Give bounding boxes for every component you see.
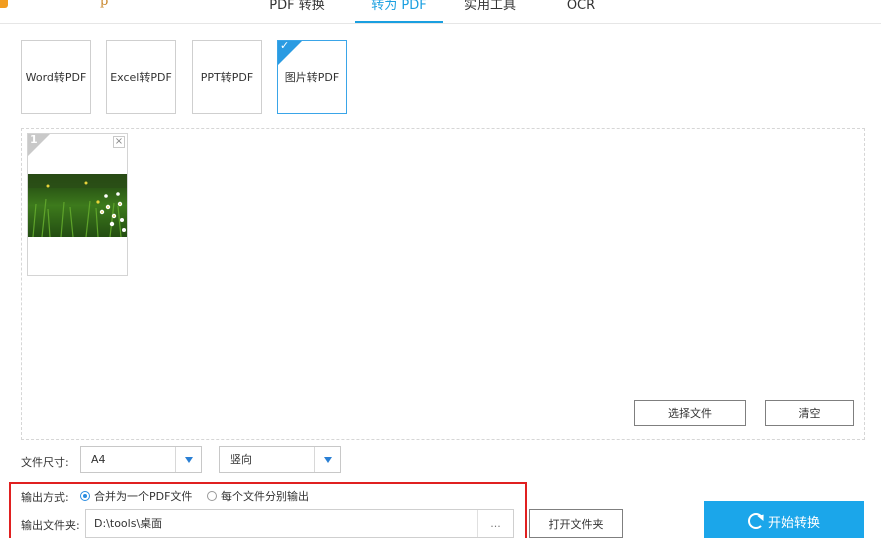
image-preview: [28, 174, 127, 237]
file-drop-area[interactable]: [21, 128, 865, 440]
radio-output-separately[interactable]: 每个文件分别输出: [207, 489, 309, 503]
open-folder-button[interactable]: 打开文件夹: [529, 509, 623, 538]
type-word-to-pdf[interactable]: Word转PDF: [21, 40, 91, 114]
page-size-select[interactable]: A4: [80, 446, 202, 473]
tab-ocr[interactable]: OCR: [560, 0, 602, 23]
refresh-icon: [747, 513, 764, 529]
start-convert-label: 开始转换: [767, 515, 820, 531]
app-logo-text: p: [100, 0, 109, 9]
output-folder-value: D:\tools\桌面: [94, 517, 163, 530]
type-label: Word转PDF: [25, 71, 87, 84]
output-folder-label: 输出文件夹:: [21, 519, 80, 532]
file-thumbnail[interactable]: 1 ×: [27, 133, 128, 276]
output-folder-field[interactable]: D:\tools\桌面 ...: [85, 509, 514, 538]
file-size-label: 文件尺寸:: [21, 456, 69, 469]
type-image-to-pdf[interactable]: ✓ 图片转PDF: [277, 39, 347, 114]
remove-file-close-icon[interactable]: ×: [113, 136, 125, 148]
page-size-value: A4: [91, 453, 106, 466]
app-logo-icon: [0, 0, 8, 8]
selected-check-icon: ✓: [278, 39, 302, 65]
radio-icon: [80, 491, 90, 501]
start-convert-button[interactable]: 开始转换: [704, 501, 864, 538]
radio-icon: [207, 491, 217, 501]
type-label: PPT转PDF: [200, 71, 254, 84]
clear-button[interactable]: 清空: [765, 400, 854, 426]
tab-pdf-convert[interactable]: PDF 转换: [262, 0, 332, 23]
tab-utilities[interactable]: 实用工具: [458, 0, 522, 23]
orientation-value: 竖向: [230, 453, 252, 466]
tab-to-pdf[interactable]: 转为 PDF: [355, 0, 443, 23]
browse-folder-button[interactable]: ...: [477, 510, 513, 537]
output-mode-label: 输出方式:: [21, 491, 69, 504]
file-index-badge: 1: [28, 133, 50, 156]
choose-file-button[interactable]: 选择文件: [634, 400, 746, 426]
type-label: 图片转PDF: [284, 71, 340, 84]
type-ppt-to-pdf[interactable]: PPT转PDF: [192, 40, 262, 114]
orientation-select[interactable]: 竖向: [219, 446, 341, 473]
chevron-down-icon: [175, 447, 201, 472]
top-nav-bar: p PDF 转换 转为 PDF 实用工具 OCR: [0, 0, 881, 24]
type-excel-to-pdf[interactable]: Excel转PDF: [106, 40, 176, 114]
type-label: Excel转PDF: [110, 71, 172, 84]
radio-merge-single-pdf[interactable]: 合并为一个PDF文件: [80, 489, 192, 503]
chevron-down-icon: [314, 447, 340, 472]
